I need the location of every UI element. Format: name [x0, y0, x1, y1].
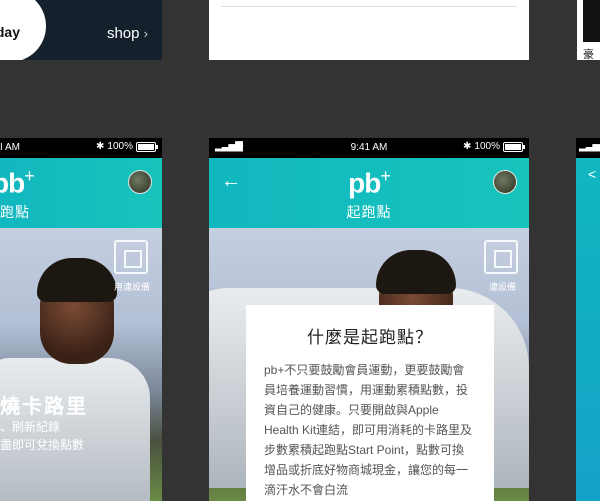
hero-line-2: 盡即可兌換點數 [0, 438, 85, 452]
right-screen-bg: < [576, 158, 600, 501]
chevron-right-icon: › [143, 26, 148, 41]
card-body: pb+不只要鼓勵會員運動，更要鼓勵會員培養運動習慣，用運動累積點數，投資自己的健… [264, 363, 473, 497]
status-time: I AM [0, 142, 21, 153]
athlete-hair [376, 250, 456, 294]
app-header: ← pb+ 起跑點 [209, 158, 529, 228]
shop-link[interactable]: shop › [107, 25, 148, 42]
banner-pill: day [0, 0, 46, 60]
hero-headline: 燒卡路里 [0, 396, 88, 418]
athlete-hair [37, 258, 117, 302]
app-header: pb+ 跑點 [0, 158, 162, 228]
battery-icon [136, 141, 158, 152]
card-title: 什麼是起跑點？ [307, 328, 433, 347]
bluetooth-icon: ✱ [96, 141, 105, 152]
status-bar: ▂▃▅ [576, 138, 600, 158]
status-bar: ▂▃▅▇ ◠ 9:41 AM ✱ 100% [209, 138, 529, 158]
page-title: 跑點 [0, 204, 30, 220]
status-bar: I AM ✱ 100% [0, 138, 162, 158]
shop-banner[interactable]: day shop › [0, 0, 162, 60]
battery-status: ✱ 100% [96, 141, 158, 152]
shop-label: shop [106, 25, 140, 42]
fragment-label: 豪 [583, 49, 594, 61]
info-card: 什麼是起跑點？ pb+不只要鼓勵會員運動，更要鼓勵會員培養運動習慣，用運動累積點… [246, 305, 494, 501]
pb-logo: pb+ [0, 166, 35, 199]
right-phone-screen: ▂▃▅ < [576, 138, 600, 501]
battery-percent: 100% [474, 141, 500, 152]
divider [221, 6, 517, 7]
bluetooth-icon: ✱ [463, 141, 472, 152]
dark-block [583, 0, 600, 42]
battery-status: ✱ 100% [463, 141, 525, 152]
avatar[interactable] [493, 170, 517, 194]
pb-logo: pb+ [348, 166, 391, 199]
qr-label: 用連設備 [114, 282, 151, 292]
signal-icon: ▂▃▅ [579, 141, 600, 152]
avatar[interactable] [128, 170, 152, 194]
qr-code-icon[interactable] [484, 240, 518, 274]
page-title: 起跑點 [346, 204, 392, 220]
hero-line-1: 、刷新紀錄 [0, 420, 61, 434]
hero-photo: 用連設備 燒卡路里 、刷新紀錄 盡即可兌換點數 [0, 228, 162, 501]
battery-icon [503, 141, 525, 152]
top-screen-fragment [209, 0, 529, 60]
qr-code-icon[interactable] [114, 240, 148, 274]
left-phone-screen: I AM ✱ 100% pb+ 跑點 用連設備 燒卡路里 、刷新紀錄 盡即可兌換… [0, 138, 162, 501]
banner-pill-label: day [0, 24, 20, 40]
chevron-left-icon[interactable]: < [588, 166, 596, 182]
battery-percent: 100% [107, 141, 133, 152]
qr-label: 連設備 [489, 282, 517, 292]
top-right-screen-fragment: 豪 [577, 0, 600, 61]
